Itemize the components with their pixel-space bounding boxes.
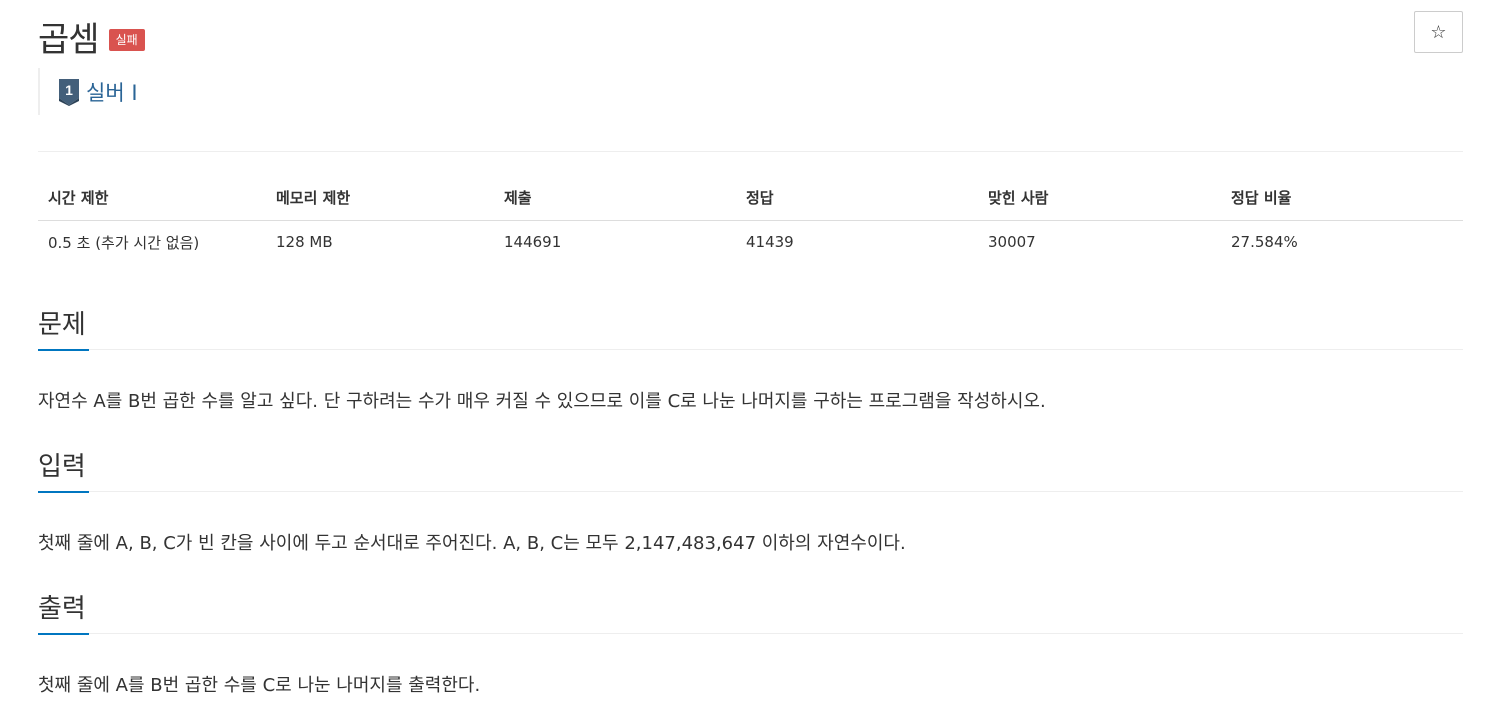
section-divider <box>38 633 1463 634</box>
header-time-limit: 시간 제한 <box>38 176 266 221</box>
cell-solved-users[interactable]: 30007 <box>978 220 1221 264</box>
input-description: 첫째 줄에 A, B, C가 빈 칸을 사이에 두고 순서대로 주어진다. A,… <box>38 533 906 554</box>
problem-title: 곱셈 <box>38 20 100 60</box>
problem-info-table: 시간 제한 메모리 제한 제출 정답 맞힌 사람 정답 비율 0.5 초 (추가… <box>38 176 1463 264</box>
section-title-output: 출력 <box>38 594 86 624</box>
status-badge: 실패 <box>108 28 145 51</box>
cell-accepted[interactable]: 41439 <box>736 220 978 264</box>
cell-memory-limit: 128 MB <box>276 233 333 252</box>
divider <box>38 151 1463 152</box>
cell-submissions[interactable]: 144691 <box>494 220 736 264</box>
table-header-row: 시간 제한 메모리 제한 제출 정답 맞힌 사람 정답 비율 <box>38 176 1463 221</box>
tier-level-number: 1 <box>65 82 73 98</box>
section-title-problem: 문제 <box>38 310 86 340</box>
section-divider <box>38 349 1463 350</box>
favorite-button[interactable]: ☆ <box>1414 11 1463 53</box>
star-icon: ☆ <box>1430 21 1447 43</box>
header-solved-users: 맞힌 사람 <box>978 176 1221 221</box>
output-description: 첫째 줄에 A를 B번 곱한 수를 C로 나눈 나머지를 출력한다. <box>38 675 481 696</box>
header-accept-ratio: 정답 비율 <box>1221 176 1463 221</box>
header-memory-limit: 메모리 제한 <box>266 176 494 221</box>
header-submissions: 제출 <box>494 176 736 221</box>
section-accent <box>38 633 89 635</box>
table-row: 0.5 초 (추가 시간 없음) 128 MB 144691 41439 300… <box>38 220 1463 264</box>
title-row: 곱셈 실패 <box>38 12 145 61</box>
header-accepted: 정답 <box>736 176 978 221</box>
section-divider <box>38 491 1463 492</box>
section-accent <box>38 349 89 351</box>
section-title-input: 입력 <box>38 452 86 482</box>
cell-time-limit: 0.5 초 (추가 시간 없음) <box>48 233 200 252</box>
problem-description: 자연수 A를 B번 곱한 수를 알고 싶다. 단 구하려는 수가 매우 커질 수… <box>38 391 1046 412</box>
section-accent <box>38 491 89 493</box>
silver-tier-icon: 1 <box>59 78 79 106</box>
tier-link[interactable]: 실버 I <box>86 77 138 107</box>
tier-box: 1 실버 I <box>38 68 138 115</box>
cell-accept-ratio: 27.584% <box>1231 233 1298 252</box>
